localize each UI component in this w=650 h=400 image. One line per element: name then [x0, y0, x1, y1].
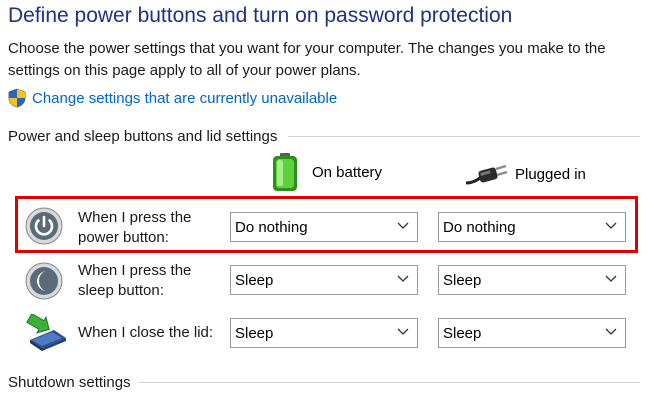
sleep-button-plugged-select[interactable]: Sleep — [438, 265, 626, 295]
lid-label: When I close the lid: — [78, 324, 214, 341]
section-shutdown-heading: Shutdown settings — [8, 372, 640, 392]
power-plug-icon — [466, 161, 508, 187]
lid-battery-select[interactable]: Sleep — [230, 318, 418, 348]
change-settings-link[interactable]: Change settings that are currently unava… — [8, 88, 337, 108]
power-button-plugged-select[interactable]: Do nothing — [438, 212, 626, 242]
sleep-button-battery-value: Sleep — [235, 271, 274, 289]
sleep-button-icon — [24, 261, 64, 306]
chevron-down-icon — [605, 222, 617, 229]
section-buttons-heading-text: Power and sleep buttons and lid settings — [8, 127, 278, 145]
chevron-down-icon — [605, 328, 617, 335]
lid-plugged-select[interactable]: Sleep — [438, 318, 626, 348]
column-on-battery-label: On battery — [312, 163, 383, 181]
section-buttons-heading: Power and sleep buttons and lid settings — [8, 126, 640, 146]
power-button-battery-select[interactable]: Do nothing — [230, 212, 418, 242]
lid-battery-value: Sleep — [235, 324, 274, 342]
section-divider — [288, 136, 640, 137]
column-plugged-in-label: Plugged in — [515, 165, 586, 183]
power-button-plugged-value: Do nothing — [443, 218, 516, 236]
section-divider — [138, 382, 640, 383]
sleep-button-battery-select[interactable]: Sleep — [230, 265, 418, 295]
chevron-down-icon — [397, 328, 409, 335]
column-on-battery: On battery — [270, 152, 382, 192]
page-description: Choose the power settings that you want … — [8, 40, 606, 79]
power-button-label: When I press the power button: — [78, 209, 192, 246]
column-plugged-in: Plugged in — [466, 160, 586, 188]
sleep-button-row: When I press the sleep button: Sleep Sle… — [24, 258, 634, 308]
sleep-button-label: When I press the sleep button: — [78, 262, 192, 299]
lid-plugged-value: Sleep — [443, 324, 482, 342]
chevron-down-icon — [397, 275, 409, 282]
section-shutdown-heading-text: Shutdown settings — [8, 373, 131, 391]
uac-shield-icon — [8, 88, 32, 108]
sleep-button-plugged-value: Sleep — [443, 271, 482, 289]
power-button-battery-value: Do nothing — [235, 218, 308, 236]
battery-icon — [270, 152, 300, 192]
power-button-icon — [24, 206, 64, 251]
chevron-down-icon — [605, 275, 617, 282]
chevron-down-icon — [397, 222, 409, 229]
laptop-lid-icon — [24, 312, 68, 359]
page-title: Define power buttons and turn on passwor… — [8, 4, 513, 27]
change-settings-link-text: Change settings that are currently unava… — [32, 89, 338, 107]
lid-row: When I close the lid: Sleep Sleep — [24, 312, 634, 358]
power-button-row: When I press the power button: Do nothin… — [24, 202, 634, 252]
